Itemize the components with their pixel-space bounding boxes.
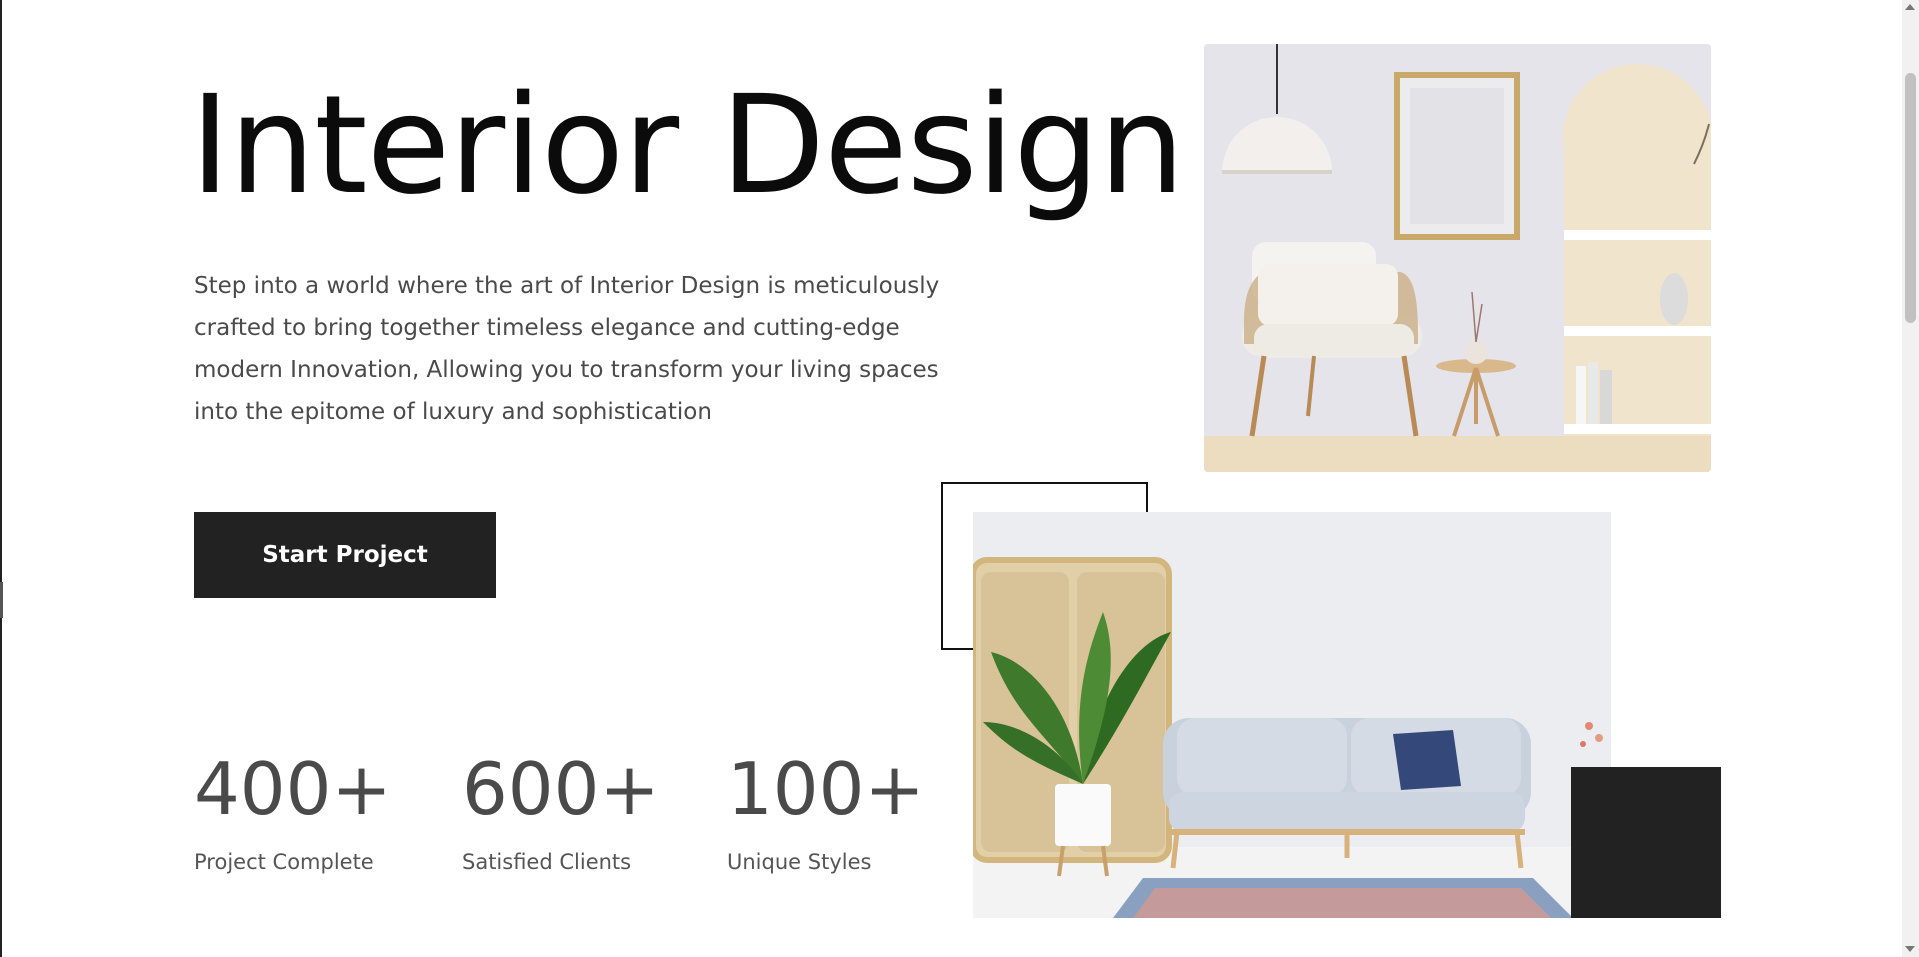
stat-clients: 600+ Satisfied Clients bbox=[462, 748, 660, 874]
living-room-sofa-photo bbox=[973, 512, 1611, 918]
page-left-notch bbox=[0, 582, 3, 618]
stat-value: 400+ bbox=[194, 747, 392, 831]
stat-projects: 400+ Project Complete bbox=[194, 748, 392, 874]
scroll-up-arrow-icon[interactable] bbox=[1905, 4, 1915, 10]
scrollbar-thumb[interactable] bbox=[1905, 73, 1916, 323]
stat-label: Project Complete bbox=[194, 850, 374, 874]
hero-description: Step into a world where the art of Inter… bbox=[194, 273, 940, 425]
hero-title: Interior Design bbox=[190, 67, 1185, 225]
scroll-down-arrow-icon[interactable] bbox=[1905, 946, 1915, 952]
stat-value: 100+ bbox=[727, 747, 925, 831]
stat-label: Unique Styles bbox=[727, 850, 872, 874]
stat-value: 600+ bbox=[462, 747, 660, 831]
start-project-button[interactable]: Start Project bbox=[194, 512, 496, 598]
decorative-dark-square bbox=[1571, 767, 1721, 918]
vertical-scrollbar[interactable] bbox=[1902, 0, 1919, 957]
living-room-armchair-photo bbox=[1204, 44, 1711, 472]
stat-label: Satisfied Clients bbox=[462, 850, 632, 874]
page-left-edge bbox=[0, 0, 2, 957]
stat-styles: 100+ Unique Styles bbox=[727, 748, 925, 874]
